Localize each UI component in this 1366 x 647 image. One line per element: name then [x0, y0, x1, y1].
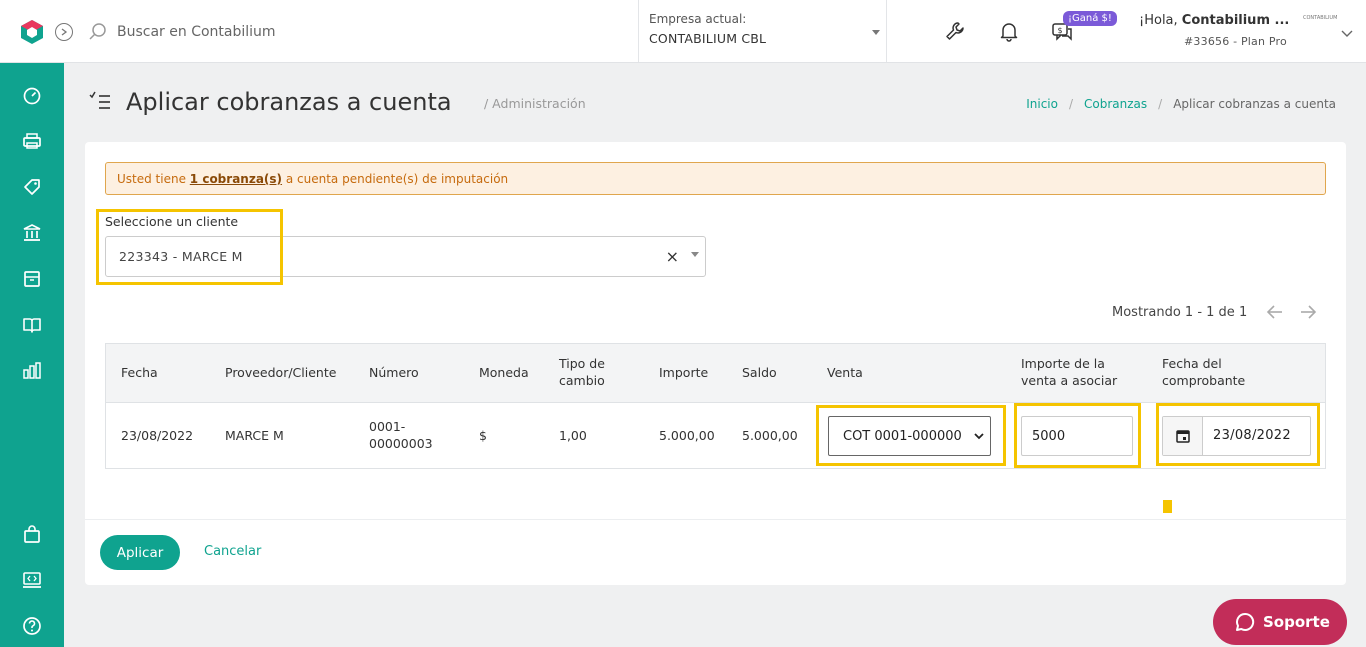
chevron-down-icon [872, 30, 880, 35]
divider [85, 519, 1346, 520]
dashboard-icon[interactable] [22, 85, 42, 105]
account-plan: #33656 - Plan Pro [1184, 35, 1287, 48]
header-moneda: Moneda [479, 365, 529, 380]
main-card: Usted tiene 1 cobranza(s) a cuenta pendi… [85, 142, 1346, 585]
highlight-fecha [1156, 403, 1320, 466]
header-importe-venta: Importe de la venta a asociar [1021, 356, 1118, 388]
pending-alert: Usted tiene 1 cobranza(s) a cuenta pendi… [105, 162, 1326, 195]
user-company-logo: CONTABILIUM [1303, 15, 1338, 21]
chevron-down-icon[interactable] [1340, 29, 1354, 39]
clear-icon[interactable]: × [666, 247, 679, 266]
header-importe: Importe [659, 365, 709, 380]
chevron-down-icon [691, 252, 699, 257]
cell-tipo-cambio: 1,00 [559, 428, 587, 443]
greeting-name: Contabilium ... [1181, 13, 1290, 28]
sidebar-toggle-icon[interactable] [55, 23, 73, 41]
support-label: Soporte [1263, 613, 1330, 631]
breadcrumb: Inicio / Cobranzas / Aplicar cobranzas a cue… [1026, 97, 1336, 111]
sidebar [0, 63, 64, 647]
highlight-marker [1163, 500, 1172, 513]
company-selector[interactable]: Empresa actual: CONTABILIUM CBL [638, 0, 887, 62]
apply-button[interactable]: Aplicar [100, 535, 180, 570]
help-icon[interactable] [22, 616, 42, 636]
top-bar: Empresa actual: CONTABILIUM CBL $ ¡Ganá … [0, 0, 1366, 63]
table-header: Fecha Proveedor/Cliente Número Moneda Ti… [106, 344, 1325, 403]
book-icon[interactable] [22, 315, 42, 335]
promo-badge[interactable]: ¡Ganá $! [1063, 11, 1117, 26]
pagination-info: Mostrando 1 - 1 de 1 [1112, 305, 1248, 320]
page-section: / Administración [484, 96, 586, 111]
bell-icon[interactable] [998, 20, 1020, 42]
search-icon [89, 23, 106, 40]
search-input[interactable] [117, 22, 417, 42]
checklist-icon [89, 91, 110, 109]
header-tipo-cambio: Tipo de cambio [559, 356, 605, 388]
page-title: Aplicar cobranzas a cuenta [126, 88, 452, 116]
chat-bubble-icon [1236, 612, 1255, 631]
cell-moneda: $ [479, 428, 487, 443]
svg-text:$: $ [1058, 26, 1063, 35]
breadcrumb-cobranzas[interactable]: Cobranzas [1084, 97, 1147, 111]
bank-icon[interactable] [22, 223, 42, 243]
pending-collections-link[interactable]: 1 cobranza(s) [190, 172, 282, 186]
code-icon[interactable] [22, 570, 42, 590]
arrow-left-icon[interactable] [1266, 304, 1284, 320]
cell-importe: 5.000,00 [659, 428, 715, 443]
breadcrumb-current: Aplicar cobranzas a cuenta [1173, 97, 1336, 111]
cell-cliente: MARCE M [225, 428, 284, 443]
printer-icon[interactable] [22, 131, 42, 151]
cell-fecha: 23/08/2022 [121, 428, 194, 443]
highlight-client [96, 209, 283, 285]
header-saldo: Saldo [742, 365, 777, 380]
user-greeting[interactable]: ¡Hola, Contabilium ... [1139, 13, 1289, 28]
tag-icon[interactable] [22, 177, 42, 197]
header-cliente: Proveedor/Cliente [225, 365, 337, 380]
highlight-importe [1014, 403, 1141, 468]
header-numero: Número [369, 365, 419, 380]
collections-table: Fecha Proveedor/Cliente Número Moneda Ti… [105, 343, 1326, 469]
bag-icon[interactable] [22, 524, 42, 544]
box-icon[interactable] [22, 269, 42, 289]
highlight-venta [816, 405, 1006, 466]
cell-numero: 0001- 00000003 [369, 419, 433, 451]
header-fecha-comprobante: Fecha del comprobante [1162, 356, 1246, 388]
greeting-prefix: ¡Hola, [1139, 13, 1178, 28]
company-value: CONTABILIUM CBL [649, 31, 767, 46]
wrench-icon[interactable] [944, 20, 966, 42]
header-venta: Venta [827, 365, 863, 380]
chart-icon[interactable] [22, 361, 42, 381]
contabilium-logo-icon[interactable] [19, 19, 45, 45]
arrow-right-icon[interactable] [1299, 304, 1317, 320]
company-label: Empresa actual: [649, 12, 747, 26]
cancel-button[interactable]: Cancelar [204, 544, 261, 559]
breadcrumb-home[interactable]: Inicio [1026, 97, 1058, 111]
header-fecha: Fecha [121, 365, 158, 380]
cell-saldo: 5.000,00 [742, 428, 798, 443]
support-button[interactable]: Soporte [1213, 599, 1347, 645]
